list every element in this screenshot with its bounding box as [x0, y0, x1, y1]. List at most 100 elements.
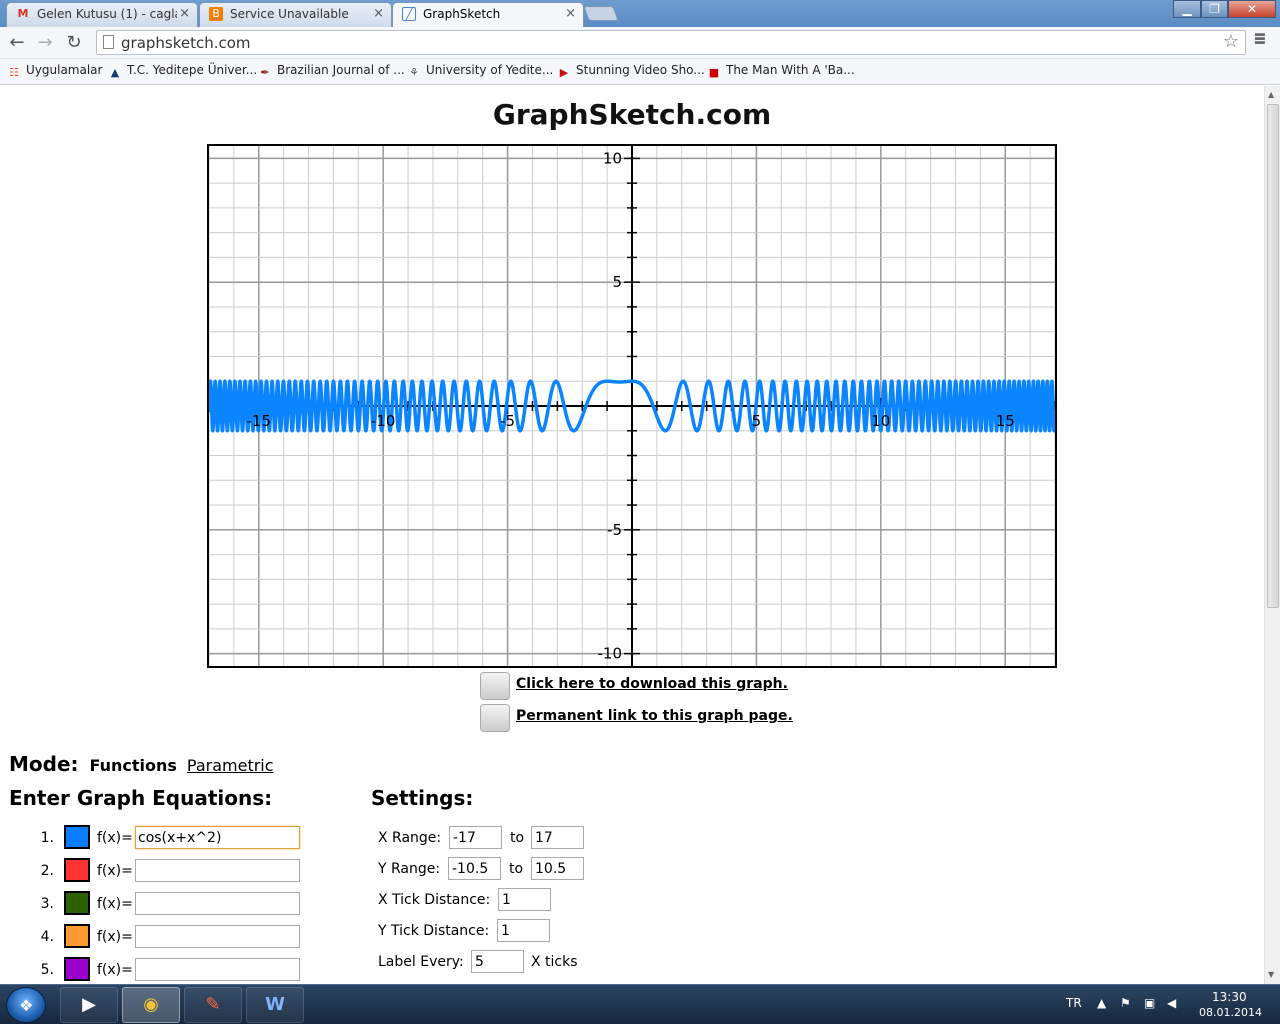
close-icon[interactable]: ×: [179, 3, 190, 25]
reload-icon[interactable]: ↻: [63, 32, 85, 54]
color-swatch[interactable]: [64, 825, 90, 849]
fx-label: f(x)=: [97, 896, 133, 912]
bookmark-yeditepe[interactable]: ▲ T.C. Yeditepe Üniver...: [108, 63, 257, 79]
tab-label: Gelen Kutusu (1) - caglaal: [37, 7, 177, 21]
to-label: to: [510, 830, 525, 846]
word-taskbar-button[interactable]: W: [246, 987, 304, 1023]
tab-label: GraphSketch: [423, 7, 501, 21]
clock-date[interactable]: 08.01.2014: [1199, 1006, 1262, 1019]
equation-input[interactable]: [135, 958, 300, 981]
x-tick-label: 10: [871, 412, 890, 430]
x-tick-label: X Tick Distance:: [378, 892, 491, 908]
menu-icon[interactable]: ━ ━ ━: [1255, 27, 1271, 51]
page-icon: [103, 35, 114, 49]
x-min-input[interactable]: [449, 826, 502, 849]
graphsketch-icon: ╱: [402, 7, 416, 21]
bookmark-star-icon[interactable]: ☆: [1223, 31, 1239, 52]
x-tick-label: 15: [996, 412, 1015, 430]
windows-taskbar: ❖ ▶ ◉ ✎ W TR ▲ ⚑ ▣ ◀ 13:30 08.01.2014: [0, 984, 1280, 1024]
gmail-icon: M: [17, 7, 29, 20]
bookmark-brazilian-journal[interactable]: ✒ Brazilian Journal of ...: [258, 63, 405, 79]
bookmark-video[interactable]: ▶ Stunning Video Sho...: [557, 63, 705, 79]
equation-number: 5.: [40, 962, 54, 978]
minimize-window-button[interactable]: ▁: [1173, 0, 1201, 18]
close-icon[interactable]: ×: [373, 3, 384, 25]
video-icon: ▶: [559, 66, 569, 79]
app-taskbar-button[interactable]: ✎: [184, 987, 242, 1023]
tab-graphsketch[interactable]: ╱ GraphSketch ×: [392, 2, 584, 27]
windows-logo-icon: ❖: [19, 996, 34, 1015]
back-arrow-icon[interactable]: ←: [6, 32, 28, 54]
start-button[interactable]: ❖: [6, 987, 46, 1023]
volume-icon[interactable]: ◀: [1167, 996, 1176, 1010]
x-tick-input[interactable]: [498, 888, 551, 911]
y-max-input[interactable]: [531, 857, 584, 880]
close-window-button[interactable]: ✕: [1228, 0, 1276, 18]
page-scrollbar[interactable]: ▲ ▼: [1264, 86, 1280, 984]
download-graph-link[interactable]: Click here to download this graph.: [516, 676, 788, 692]
label-every-label: Label Every:: [378, 954, 464, 970]
bookmark-label: The Man With A 'Ba...: [726, 63, 855, 77]
color-swatch[interactable]: [64, 924, 90, 948]
mode-parametric-link[interactable]: Parametric: [187, 756, 274, 775]
x-tick-label: -15: [247, 412, 272, 430]
x-max-input[interactable]: [531, 826, 584, 849]
site-title: GraphSketch.com: [492, 98, 772, 131]
bookmark-label: T.C. Yeditepe Üniver...: [127, 63, 258, 77]
address-bar[interactable]: graphsketch.com ☆: [96, 30, 1246, 55]
graph-canvas: -15 -10 -5 5 10 15 10 5 -5 -10: [207, 144, 1057, 668]
bookmark-cnn[interactable]: ■ The Man With A 'Ba...: [707, 63, 855, 79]
equation-input[interactable]: [135, 859, 300, 882]
close-icon[interactable]: ×: [565, 3, 576, 25]
bookmark-label: Uygulamalar: [26, 63, 103, 77]
scroll-up-icon[interactable]: ▲: [1268, 90, 1274, 99]
bookmark-label: Brazilian Journal of ...: [277, 63, 405, 77]
graph-plot: -15 -10 -5 5 10 15 10 5 -5 -10: [209, 146, 1055, 666]
equation-number: 3.: [40, 896, 54, 912]
equation-input[interactable]: [135, 892, 300, 915]
chrome-taskbar-button[interactable]: ◉: [122, 987, 180, 1023]
chrome-icon: ◉: [143, 994, 159, 1015]
y-min-input[interactable]: [448, 857, 501, 880]
fx-label: f(x)=: [97, 830, 133, 846]
y-tick-input[interactable]: [497, 919, 550, 942]
fx-label: f(x)=: [97, 863, 133, 879]
y-range-label: Y Range:: [378, 861, 441, 877]
tab-service-unavailable[interactable]: B Service Unavailable ×: [199, 2, 392, 27]
to-label: to: [509, 861, 524, 877]
journal-icon: ✒: [260, 66, 270, 79]
label-every-input[interactable]: [471, 950, 524, 973]
network-icon[interactable]: ▣: [1144, 996, 1155, 1010]
settings-heading: Settings:: [371, 786, 474, 810]
y-tick-label: Y Tick Distance:: [378, 923, 490, 939]
scroll-thumb[interactable]: [1267, 104, 1279, 608]
bookmarks-bar: ☷ Uygulamalar ▲ T.C. Yeditepe Üniver... ✒ B…: [0, 59, 1280, 85]
scroll-down-icon[interactable]: ▼: [1268, 970, 1274, 979]
media-player-taskbar-button[interactable]: ▶: [60, 987, 118, 1023]
page-content: GraphSketch.com -15 -10 -5 5 10 15 10 5 -5 -10 Cl…: [0, 86, 1264, 984]
mode-selector: Mode: Functions Parametric: [9, 752, 274, 776]
equation-input[interactable]: [135, 826, 300, 849]
tab-gmail[interactable]: M Gelen Kutusu (1) - caglaal ×: [6, 2, 198, 27]
language-indicator[interactable]: TR: [1066, 996, 1082, 1010]
action-center-icon[interactable]: ⚑: [1120, 996, 1131, 1010]
equation-number: 1.: [40, 830, 54, 846]
bookmark-apps[interactable]: ☷ Uygulamalar: [7, 63, 102, 79]
equation-number: 4.: [40, 929, 54, 945]
color-swatch[interactable]: [64, 957, 90, 981]
clock-time[interactable]: 13:30: [1212, 990, 1247, 1004]
word-icon: W: [265, 994, 285, 1015]
color-swatch[interactable]: [64, 858, 90, 882]
bookmark-label: Stunning Video Sho...: [576, 63, 705, 77]
permalink-link[interactable]: Permanent link to this graph page.: [516, 708, 793, 724]
bookmark-university[interactable]: ⚘ University of Yedite...: [407, 63, 553, 79]
equation-input[interactable]: [135, 925, 300, 948]
show-hidden-icons-icon[interactable]: ▲: [1097, 996, 1106, 1010]
new-tab-button[interactable]: [583, 6, 619, 21]
maximize-window-button[interactable]: ❐: [1201, 0, 1228, 18]
blogger-icon: B: [209, 7, 223, 21]
y-tick-label: -5: [607, 521, 622, 539]
mode-label: Mode:: [9, 752, 79, 776]
color-swatch[interactable]: [64, 891, 90, 915]
forward-arrow-icon[interactable]: →: [34, 32, 56, 54]
